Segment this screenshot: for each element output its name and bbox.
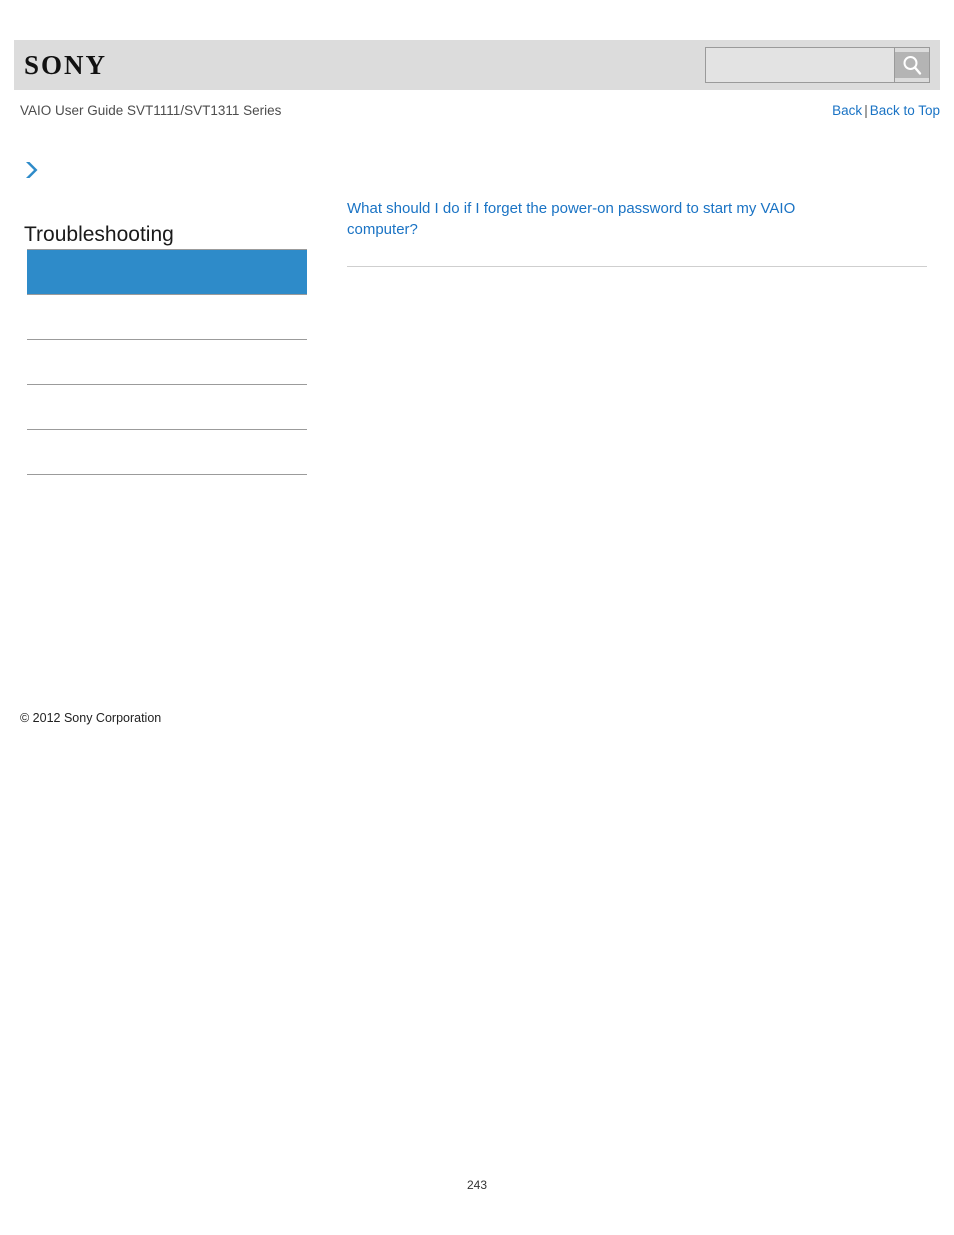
sony-logo: SONY bbox=[24, 50, 108, 80]
sidebar-item-selected[interactable] bbox=[27, 249, 307, 294]
sidebar-item[interactable] bbox=[27, 384, 307, 429]
sidebar-item[interactable] bbox=[27, 339, 307, 384]
back-link[interactable]: Back bbox=[832, 103, 862, 118]
topic-link[interactable]: What should I do if I forget the power-o… bbox=[347, 199, 857, 240]
sidebar-list bbox=[27, 249, 307, 519]
page-title: Troubleshooting bbox=[24, 223, 174, 246]
guide-title: VAIO User Guide SVT1111/SVT1311 Series bbox=[20, 103, 282, 118]
page-number: 243 bbox=[466, 1178, 488, 1192]
sidebar-item[interactable] bbox=[27, 429, 307, 474]
nav-separator: | bbox=[864, 103, 868, 118]
search-bar bbox=[705, 47, 930, 83]
content-divider bbox=[347, 266, 927, 267]
search-button[interactable] bbox=[894, 47, 930, 83]
chevron-right-icon bbox=[24, 160, 42, 180]
back-to-top-link[interactable]: Back to Top bbox=[870, 103, 940, 118]
sidebar-item[interactable] bbox=[27, 474, 307, 519]
copyright-notice: © 2012 Sony Corporation bbox=[20, 711, 162, 725]
search-input[interactable] bbox=[705, 47, 894, 83]
main-content: What should I do if I forget the power-o… bbox=[347, 199, 927, 267]
header-navigation: Back | Back to Top bbox=[832, 102, 940, 120]
sidebar-item[interactable] bbox=[27, 294, 307, 339]
search-icon bbox=[895, 52, 929, 78]
